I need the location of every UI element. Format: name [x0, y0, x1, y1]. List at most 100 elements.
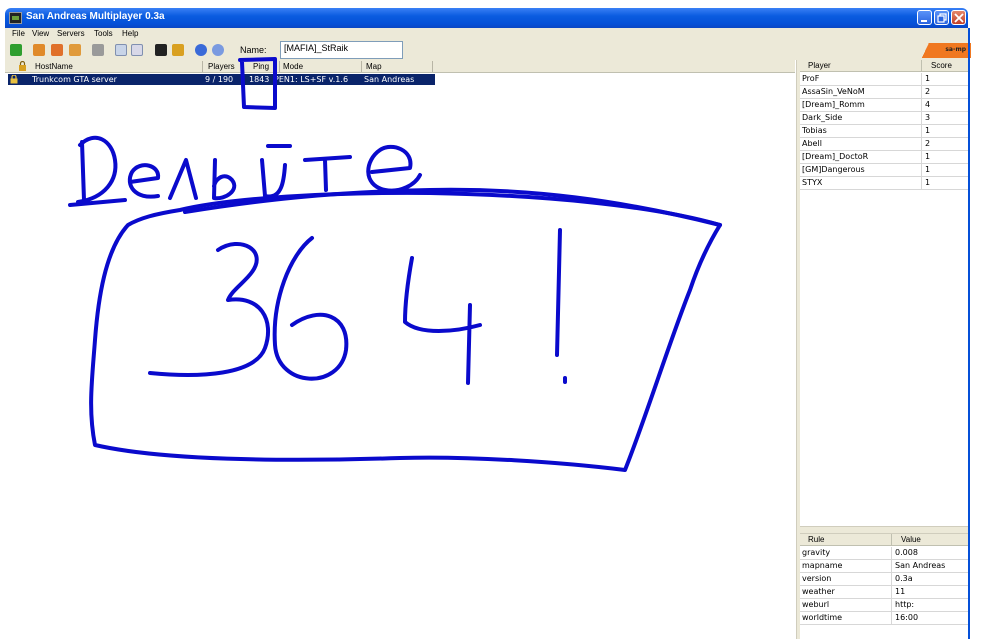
menu-servers[interactable]: Servers — [57, 29, 85, 38]
rule-row[interactable]: weburl http: — [800, 599, 968, 612]
rules-panel: Rule Value gravity 0.008 mapname San Andre… — [800, 534, 968, 639]
menu-bar: File View Servers Tools Help — [5, 28, 968, 40]
player-name-input[interactable]: [MAFIA]_StRaik — [280, 41, 403, 59]
window-border — [968, 28, 970, 639]
players-header-score[interactable]: Score — [921, 60, 968, 72]
column-divider[interactable] — [279, 61, 280, 72]
rule-row[interactable]: worldtime 16:00 — [800, 612, 968, 625]
column-map[interactable]: Map — [366, 62, 382, 71]
help-icon[interactable] — [195, 44, 207, 56]
players-header-player[interactable]: Player — [800, 60, 921, 72]
player-name: STYX — [802, 178, 823, 187]
properties-icon[interactable] — [92, 44, 104, 56]
rules-header-rule[interactable]: Rule — [800, 534, 891, 546]
player-name: Tobias — [802, 126, 827, 135]
player-score: 1 — [925, 165, 931, 174]
server-row-selected[interactable]: Trunkcom GTA server 9 / 190 1843 PEN1: L… — [8, 74, 435, 85]
column-mode[interactable]: Mode — [283, 62, 303, 71]
column-value: Value — [901, 535, 921, 544]
player-row[interactable]: Dark_Side 3 — [800, 112, 968, 125]
column-divider[interactable] — [361, 61, 362, 72]
player-score: 3 — [925, 113, 931, 122]
player-name: Abell — [802, 139, 822, 148]
edit-icon[interactable] — [131, 44, 143, 56]
player-row[interactable]: AssaSin_VeNoM 2 — [800, 86, 968, 99]
rule-value: 11 — [895, 587, 906, 596]
player-name: Dark_Side — [802, 113, 843, 122]
title-bar[interactable]: San Andreas Multiplayer 0.3a — [5, 8, 968, 28]
copy-icon[interactable] — [115, 44, 127, 56]
rule-name: worldtime — [802, 613, 843, 622]
player-score: 1 — [925, 178, 931, 187]
lock-column-icon — [19, 61, 26, 71]
rules-splitter[interactable] — [800, 526, 968, 534]
menu-tools[interactable]: Tools — [94, 29, 113, 38]
column-players[interactable]: Players — [208, 62, 235, 71]
window-title: San Andreas Multiplayer 0.3a — [26, 11, 165, 22]
rule-row[interactable]: mapname San Andreas — [800, 560, 968, 573]
minimize-button[interactable] — [917, 10, 932, 25]
cell-players: 9 / 190 — [205, 75, 234, 84]
cell-ping: 1843 — [249, 75, 270, 84]
rule-value: http: — [895, 600, 915, 609]
rule-value: 16:00 — [895, 613, 919, 622]
server-list[interactable]: HostName Players Ping Mode Map Trunkcom … — [5, 60, 795, 639]
menu-help[interactable]: Help — [122, 29, 138, 38]
server-list-header: HostName Players Ping Mode Map — [5, 60, 795, 73]
minimize-icon — [921, 20, 927, 22]
refresh-icon[interactable] — [69, 44, 81, 56]
samp-logo: sa-mp — [915, 43, 971, 58]
settings-icon[interactable] — [172, 44, 184, 56]
column-hostname[interactable]: HostName — [35, 62, 73, 71]
player-row[interactable]: [Dream]_DoctoR 1 — [800, 151, 968, 164]
close-icon — [954, 13, 964, 23]
column-score: Score — [931, 61, 952, 70]
delete-favorite-icon[interactable] — [51, 44, 63, 56]
player-score: 2 — [925, 139, 931, 148]
player-row[interactable]: STYX 1 — [800, 177, 968, 190]
column-divider[interactable] — [432, 61, 433, 72]
restore-button[interactable] — [934, 10, 949, 25]
rule-row[interactable]: gravity 0.008 — [800, 547, 968, 560]
player-score: 1 — [925, 74, 931, 83]
player-row[interactable]: ProF 1 — [800, 73, 968, 86]
player-name: ProF — [802, 74, 820, 83]
rule-name: mapname — [802, 561, 843, 570]
column-rule: Rule — [808, 535, 825, 544]
player-name: [GM]Dangerous — [802, 165, 865, 174]
console-icon[interactable] — [155, 44, 167, 56]
player-row[interactable]: [Dream]_Romm 4 — [800, 99, 968, 112]
cell-mode: PEN1: LS+SF v.1.6 — [274, 75, 349, 84]
player-score: 2 — [925, 87, 931, 96]
player-name: [Dream]_DoctoR — [802, 152, 869, 161]
toolbar: Name: [MAFIA]_StRaik sa-mp — [5, 40, 971, 60]
player-row[interactable]: [GM]Dangerous 1 — [800, 164, 968, 177]
close-button[interactable] — [951, 10, 966, 25]
player-score: 1 — [925, 126, 931, 135]
rule-row[interactable]: version 0.3a — [800, 573, 968, 586]
connect-icon[interactable] — [10, 44, 22, 56]
column-divider[interactable] — [242, 61, 243, 72]
rule-name: weburl — [802, 600, 830, 609]
menu-view[interactable]: View — [32, 29, 49, 38]
samp-app-icon — [9, 12, 22, 24]
player-row[interactable]: Abell 2 — [800, 138, 968, 151]
column-divider[interactable] — [202, 61, 203, 72]
about-icon[interactable] — [212, 44, 224, 56]
column-ping[interactable]: Ping — [253, 62, 269, 71]
rules-header-value[interactable]: Value — [891, 534, 968, 546]
column-player: Player — [808, 61, 831, 70]
rule-name: weather — [802, 587, 835, 596]
menu-file[interactable]: File — [12, 29, 25, 38]
rule-value: 0.3a — [895, 574, 913, 583]
rule-name: gravity — [802, 548, 831, 557]
player-score: 4 — [925, 100, 931, 109]
rule-row[interactable]: weather 11 — [800, 586, 968, 599]
rule-name: version — [802, 574, 832, 583]
cell-map: San Andreas — [364, 75, 415, 84]
players-panel: Player Score ProF 1 AssaSin_VeNoM 2 [Dream… — [800, 60, 968, 525]
add-favorite-icon[interactable] — [33, 44, 45, 56]
player-row[interactable]: Tobias 1 — [800, 125, 968, 138]
lock-icon — [10, 75, 18, 84]
player-score: 1 — [925, 152, 931, 161]
